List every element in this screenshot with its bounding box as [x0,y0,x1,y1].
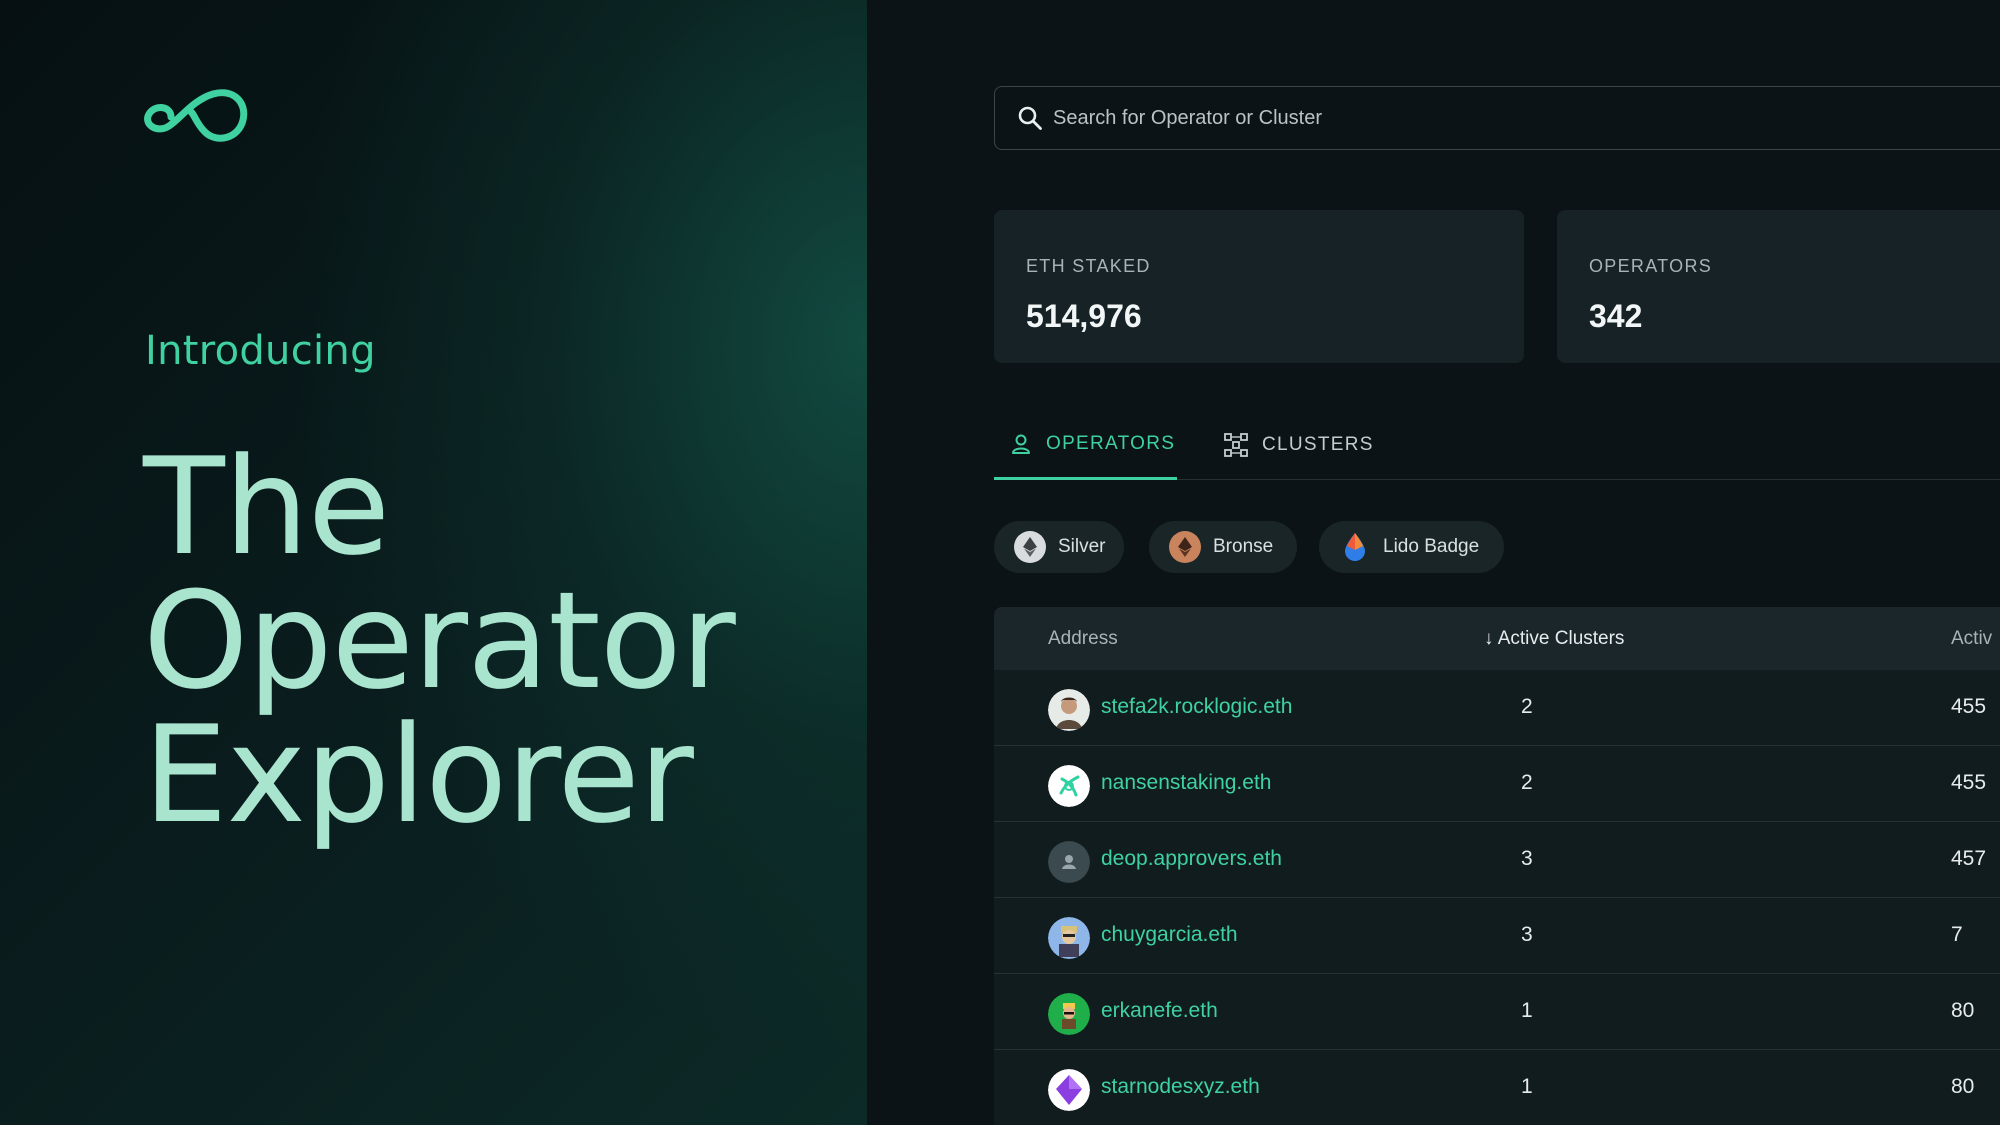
hero-panel: Introducing The Operator Explorer [0,0,867,1125]
silver-eth-badge-icon [1014,531,1046,563]
third-column-value: 457 [1951,847,1987,870]
operator-address-link[interactable]: starnodesxyz.eth [1101,1075,1260,1099]
user-icon [1012,434,1030,454]
page-title: The Operator Explorer [143,429,736,853]
operator-address-link[interactable]: erkanefe.eth [1101,999,1218,1023]
title-line: The [143,429,390,585]
bronze-eth-badge-icon [1169,531,1201,563]
third-column-value: 7 [1951,923,1963,946]
title-line: Operator [143,563,736,719]
active-clusters-value: 3 [1521,923,1533,946]
tab-operators[interactable]: OPERATORS [994,410,1177,480]
third-column-value: 80 [1951,999,1975,1022]
intro-text: Introducing [145,328,376,374]
table-row[interactable]: erkanefe.eth 1 80 [994,974,2000,1050]
column-header-third[interactable]: Activ [1951,628,1992,650]
stat-value: 342 [1589,298,1643,334]
table-row[interactable]: chuygarcia.eth 3 7 [994,898,2000,974]
operators-table: Address ↓ Active Clusters Activ stefa2k.… [994,607,2000,1125]
title-line: Explorer [143,697,694,853]
table-header: Address ↓ Active Clusters Activ [994,607,2000,670]
operator-address-link[interactable]: deop.approvers.eth [1101,847,1282,871]
filter-chip-bronse[interactable]: Bronse [1149,521,1297,573]
avatar [1048,993,1090,1035]
tab-label: OPERATORS [1046,432,1176,454]
tab-clusters[interactable]: CLUSTERS [1224,410,1374,480]
third-column-value: 455 [1951,771,1987,794]
tab-label: CLUSTERS [1262,434,1374,455]
search-input[interactable] [1053,106,1953,130]
stat-card-eth-staked: ETH STAKED 514,976 [994,210,1524,363]
active-clusters-value: 1 [1521,1075,1533,1098]
infinity-logo-icon [144,89,248,142]
search-icon [1018,106,1042,130]
operator-address-link[interactable]: stefa2k.rocklogic.eth [1101,695,1292,719]
third-column-value: 455 [1951,695,1987,718]
cluster-icon [1224,433,1248,457]
chip-label: Silver [1058,536,1106,557]
stat-card-operators: OPERATORS 342 [1557,210,2000,363]
operator-address-link[interactable]: chuygarcia.eth [1101,923,1238,947]
stat-label: ETH STAKED [1026,256,1151,276]
lido-drop-icon [1339,531,1371,563]
active-clusters-value: 3 [1521,847,1533,870]
stat-label: OPERATORS [1589,256,1713,276]
filter-chip-lido[interactable]: Lido Badge [1319,521,1504,573]
explorer-app: ETH STAKED 514,976 OPERATORS 342 OPERATO… [867,0,2000,1125]
avatar [1048,917,1090,959]
operator-address-link[interactable]: nansenstaking.eth [1101,771,1271,795]
filter-chip-silver[interactable]: Silver [994,521,1124,573]
avatar [1048,689,1090,731]
table-row[interactable]: starnodesxyz.eth 1 80 [994,1050,2000,1125]
avatar [1048,765,1090,807]
avatar [1048,1069,1090,1111]
table-row[interactable]: deop.approvers.eth 3 457 [994,822,2000,898]
chip-label: Bronse [1213,536,1274,557]
search-bar[interactable] [994,86,2000,150]
table-row[interactable]: stefa2k.rocklogic.eth 2 455 [994,670,2000,746]
third-column-value: 80 [1951,1075,1975,1098]
column-header-address[interactable]: Address [1048,628,1118,650]
table-row[interactable]: nansenstaking.eth 2 455 [994,746,2000,822]
active-clusters-value: 1 [1521,999,1533,1022]
stat-value: 514,976 [1026,298,1142,334]
active-clusters-value: 2 [1521,771,1533,794]
avatar [1048,841,1090,883]
column-header-active-clusters[interactable]: ↓ Active Clusters [1484,628,1624,650]
active-clusters-value: 2 [1521,695,1533,718]
tab-bar: OPERATORS CLUSTERS [994,410,2000,480]
chip-label: Lido Badge [1383,536,1480,557]
